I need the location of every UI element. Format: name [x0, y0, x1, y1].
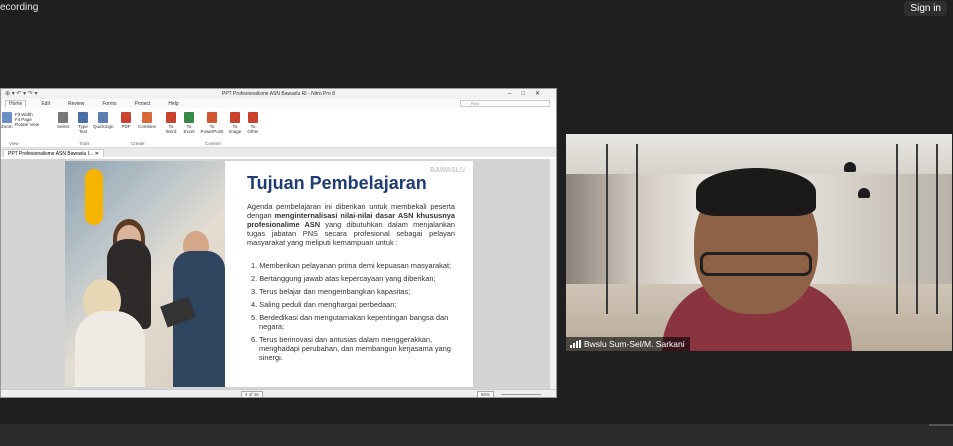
menu-forms[interactable]: Forms: [99, 101, 119, 107]
type-text-icon: [78, 112, 88, 123]
pendant-lamp: [844, 162, 856, 172]
pendant-lamp: [858, 188, 870, 198]
to-other-button[interactable]: To Other: [245, 112, 261, 134]
slide-list: 1. Memberikan pelayanan prima demi kepua…: [251, 261, 457, 366]
excel-icon: [184, 112, 194, 123]
decorative-accent: [85, 169, 103, 225]
to-image-button[interactable]: To Image: [227, 112, 243, 134]
zoom-icon: [1, 112, 12, 123]
status-bar: 4 of 20 60%: [1, 389, 556, 397]
quick-access-toolbar[interactable]: ⊕ ▾ ↶ ▾ ↷ ▾: [5, 89, 37, 99]
participant-name-tag: Bwslu Sum-Sel/M. Sarkani: [566, 337, 690, 351]
select-tool[interactable]: Select: [57, 112, 70, 129]
combine-button[interactable]: Combine: [138, 112, 156, 129]
pdf-page: BAWASLU Tujuan Pembelajaran Agenda pembe…: [65, 161, 473, 387]
page-number-field[interactable]: 4 of 20: [241, 391, 263, 397]
cursor-icon: [58, 112, 69, 123]
list-item: 4. Saling peduli dan menghargai perbedaa…: [251, 300, 397, 310]
slide-photo: [65, 161, 225, 387]
view-options[interactable]: Fit Width Fit Page Rotate View: [15, 112, 39, 127]
to-excel-button[interactable]: To Excel: [181, 112, 197, 134]
to-word-button[interactable]: To Word: [164, 112, 178, 134]
pdf-window-title: PPT Profesionalisme ASN Bawaslu RI - Nit…: [221, 91, 335, 97]
document-tab-strip: PPT Profesionalisme ASN Bawaslu I... ✕: [1, 148, 556, 157]
pdf-titlebar: ⊕ ▾ ↶ ▾ ↷ ▾ PPT Profesionalisme ASN Bawa…: [1, 89, 556, 99]
group-create-label: Create: [131, 141, 145, 146]
menu-home[interactable]: Home: [5, 100, 27, 107]
bawaslu-logo: BAWASLU: [430, 167, 465, 174]
image-icon: [230, 112, 240, 123]
group-convert-label: Convert: [205, 141, 221, 146]
pdf-ribbon: Zoom Fit Width Fit Page Rotate View Sele…: [1, 108, 556, 148]
create-pdf-button[interactable]: PDF: [121, 112, 131, 129]
sign-in-button[interactable]: Sign in: [904, 1, 947, 16]
list-item: 3. Terus belajar dan mengembangkan kapas…: [251, 287, 411, 297]
zoom-level-field[interactable]: 60%: [477, 391, 495, 397]
participant-name: Bwslu Sum-Sel/M. Sarkani: [584, 339, 685, 349]
quicksign-tool[interactable]: QuickSign: [93, 112, 114, 129]
document-viewer[interactable]: BAWASLU Tujuan Pembelajaran Agenda pembe…: [1, 159, 556, 389]
window-controls[interactable]: –□✕: [508, 89, 550, 99]
find-input[interactable]: Find: [460, 100, 550, 107]
menu-protect[interactable]: Protect: [132, 101, 154, 107]
signal-icon: [570, 340, 581, 348]
meeting-bottom-area: [0, 424, 953, 446]
other-format-icon: [248, 112, 258, 123]
pdf-icon: [121, 112, 131, 123]
menu-edit[interactable]: Edit: [38, 101, 53, 107]
zoom-button[interactable]: Zoom: [1, 112, 13, 129]
menu-review[interactable]: Review: [65, 101, 87, 107]
group-tools-label: Tools: [79, 141, 90, 146]
vertical-scrollbar[interactable]: [550, 159, 556, 389]
participant-video[interactable]: Bwslu Sum-Sel/M. Sarkani: [566, 134, 952, 351]
list-item: 1. Memberikan pelayanan prima demi kepua…: [251, 261, 452, 270]
slide-intro: Agenda pembelajaran ini diberikan untuk …: [247, 202, 455, 247]
menu-help[interactable]: Help: [165, 101, 181, 107]
slide-title: Tujuan Pembelajaran: [247, 173, 427, 193]
quicksign-icon: [98, 112, 109, 123]
document-tab[interactable]: PPT Profesionalisme ASN Bawaslu I... ✕: [3, 149, 104, 157]
combine-icon: [142, 112, 152, 123]
pdf-window: ⊕ ▾ ↶ ▾ ↷ ▾ PPT Profesionalisme ASN Bawa…: [0, 88, 557, 398]
zoom-slider[interactable]: [501, 394, 541, 395]
type-text-tool[interactable]: Type Text: [75, 112, 91, 134]
group-view-label: View: [9, 141, 19, 146]
recording-label: ecording: [0, 2, 39, 13]
rotate-view-button[interactable]: Rotate View: [15, 122, 39, 127]
list-item: 2. Bertanggung jawab atas kepercayaan ya…: [251, 274, 436, 284]
powerpoint-icon: [207, 112, 217, 123]
to-powerpoint-button[interactable]: To PowerPoint: [199, 112, 225, 134]
list-item: 6. Terus berinovasi dan antusias dalam m…: [251, 335, 451, 363]
word-icon: [166, 112, 176, 123]
pdf-menubar: Home Edit Review Forms Protect Help Find: [1, 99, 556, 108]
list-item: 5. Berdedikasi dan mengutamakan kepentin…: [251, 313, 449, 332]
